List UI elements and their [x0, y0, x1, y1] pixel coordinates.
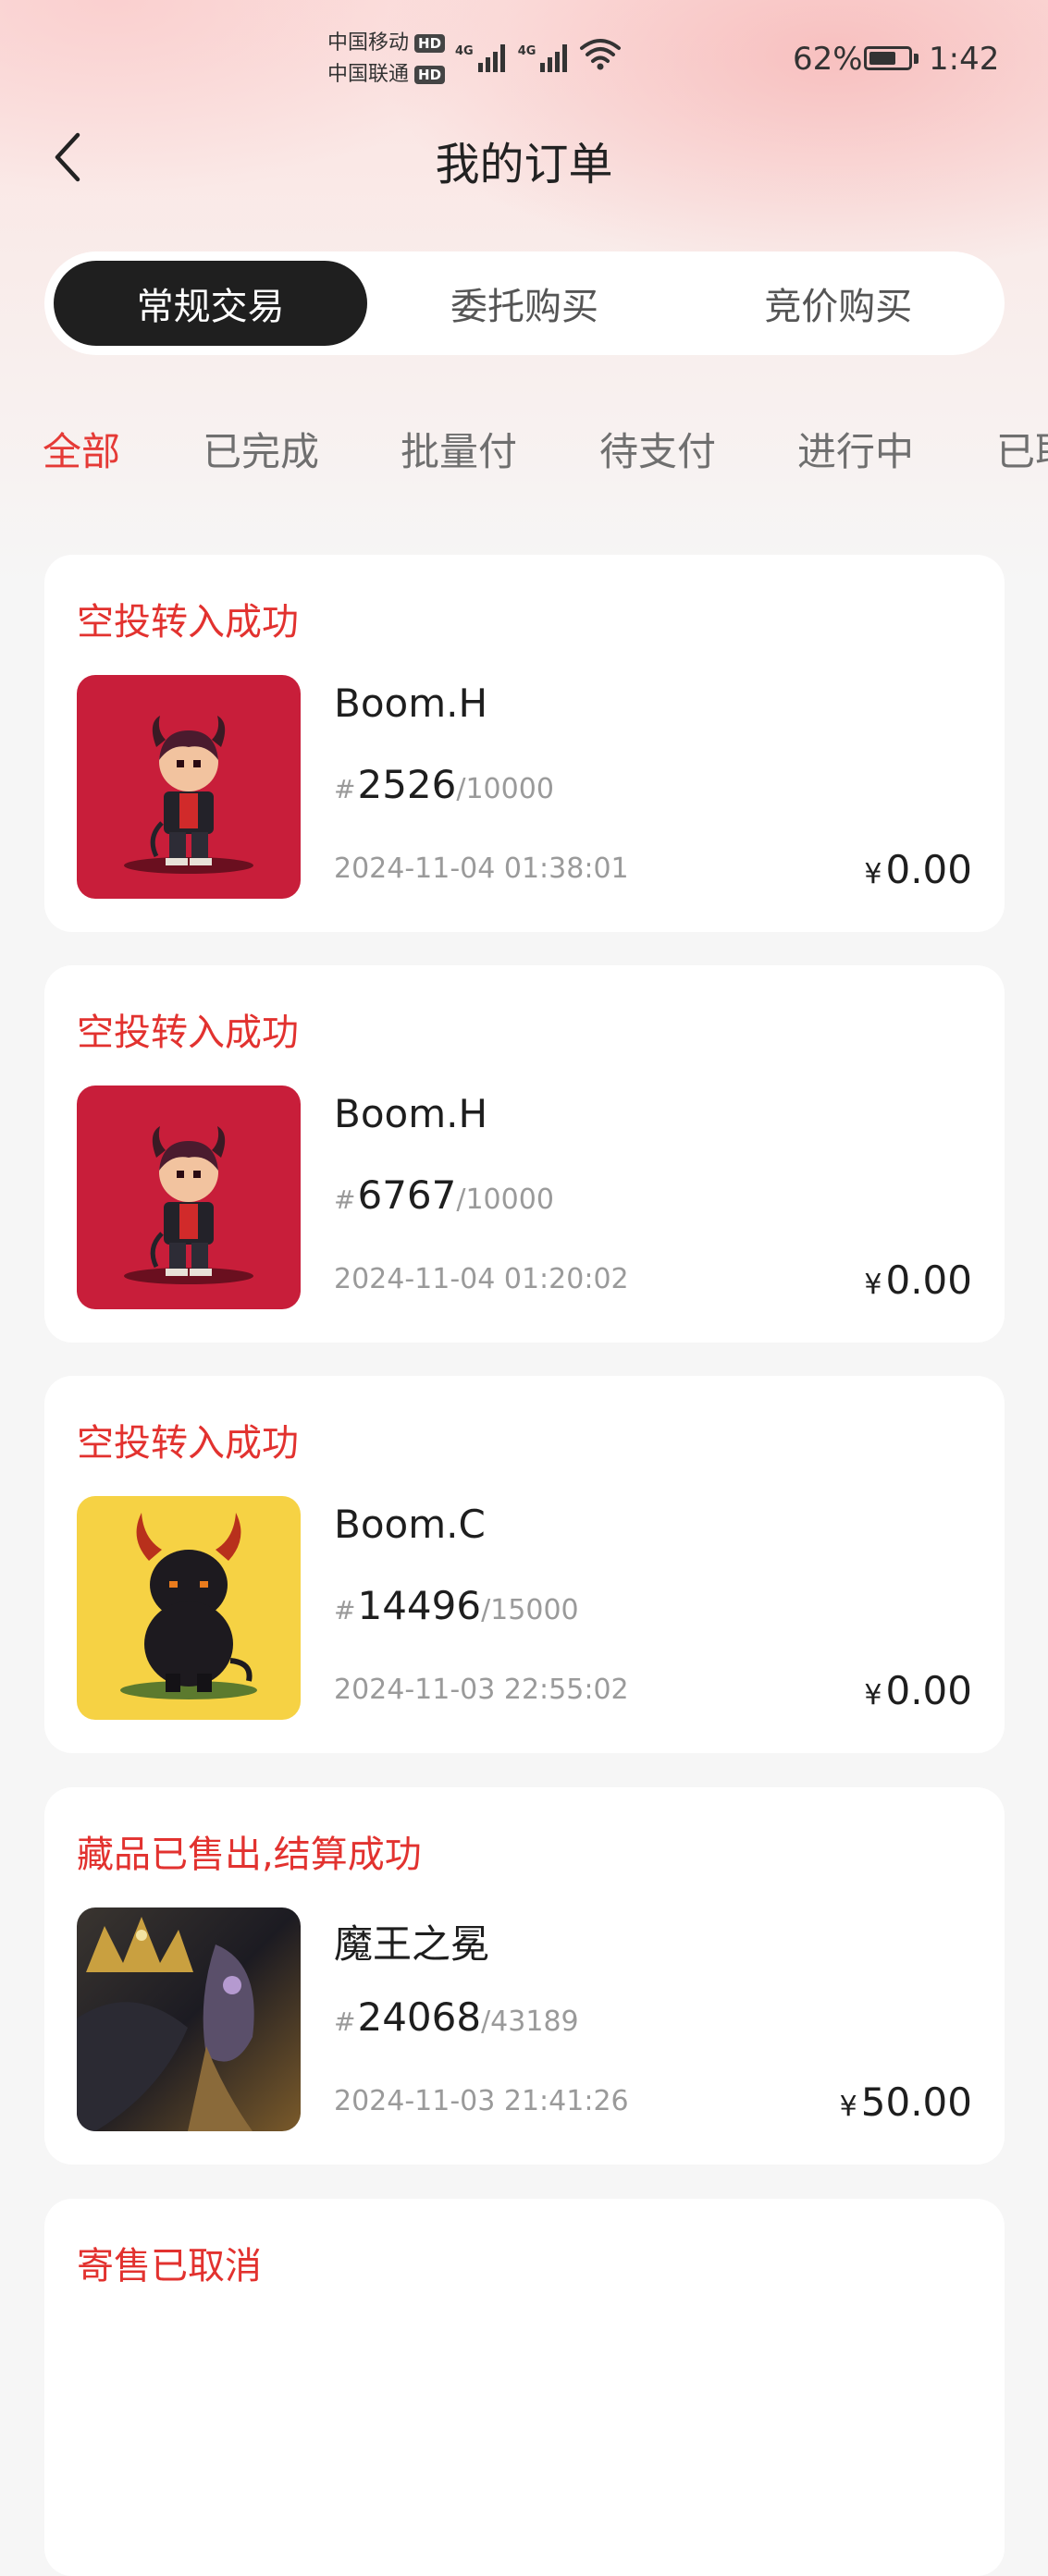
- filter-tab-batch-pay[interactable]: 批量付: [401, 421, 517, 477]
- serial-total: /43189: [481, 2006, 579, 2038]
- filter-tab-completed[interactable]: 已完成: [203, 421, 319, 477]
- status-bar: 中国移动 HD 中国联通 HD 4G 4G 62% 1:42: [0, 0, 1048, 120]
- battery-percentage: 62%: [793, 41, 863, 78]
- nft-thumbnail: [77, 1086, 301, 1309]
- carrier-info: 中国移动 HD 中国联通 HD: [327, 28, 446, 91]
- battery-icon: [864, 46, 912, 70]
- order-status: 空投转入成功: [77, 601, 299, 644]
- serial-number: 2526: [357, 762, 457, 807]
- order-card[interactable]: 空投转入成功 Boom.C # 14496 /15000 2024-11-03 …: [44, 1376, 1005, 1753]
- nft-name: Boom.C: [334, 1502, 486, 1547]
- currency-symbol: ¥: [839, 2091, 857, 2123]
- battery-nub: [914, 54, 919, 64]
- order-price: ¥ 0.00: [864, 847, 972, 892]
- filter-tab-all[interactable]: 全部: [43, 421, 120, 477]
- order-price: ¥ 0.00: [864, 1257, 972, 1303]
- signal-indicators: 4G 4G: [455, 35, 622, 72]
- nft-serial: # 2526 /10000: [334, 762, 554, 807]
- order-card[interactable]: 藏品已售出,结算成功 魔王之冕 # 24068 /43189 2024-11-0…: [44, 1787, 1005, 2165]
- order-time: 2024-11-03 21:41:26: [334, 2085, 629, 2117]
- nft-thumbnail: [77, 1496, 301, 1720]
- nft-name: 魔王之冕: [334, 1921, 490, 1967]
- nft-name: Boom.H: [334, 1091, 488, 1136]
- hd-badge: HD: [414, 66, 446, 84]
- order-time: 2024-11-03 22:55:02: [334, 1674, 629, 1706]
- order-status: 藏品已售出,结算成功: [77, 1834, 422, 1876]
- order-price: ¥ 0.00: [864, 1668, 972, 1713]
- wifi-icon: [580, 39, 622, 70]
- trade-type-segmented-control: 常规交易 委托购买 竞价购买: [44, 251, 1005, 355]
- filter-tab-pending-payment[interactable]: 待支付: [599, 421, 716, 477]
- order-card[interactable]: 空投转入成功 Boom.H # 2526 /10000 2024-11-04 0…: [44, 555, 1005, 932]
- order-time: 2024-11-04 01:38:01: [334, 853, 629, 885]
- order-card[interactable]: 寄售已取消: [44, 2199, 1005, 2576]
- signal-strength-icon: 4G: [455, 44, 505, 72]
- filter-tab-in-progress[interactable]: 进行中: [797, 421, 914, 477]
- serial-total: /10000: [456, 773, 554, 805]
- nft-serial: # 14496 /15000: [334, 1583, 579, 1628]
- segment-bid-purchase[interactable]: 竞价购买: [682, 261, 995, 346]
- nft-thumbnail: [77, 1907, 301, 2131]
- serial-total: /10000: [456, 1184, 554, 1216]
- filter-tab-cancelled[interactable]: 已取: [996, 421, 1048, 477]
- price-value: 0.00: [885, 1257, 972, 1303]
- order-time: 2024-11-04 01:20:02: [334, 1263, 629, 1295]
- status-clock: 1:42: [929, 41, 1000, 78]
- serial-number: 14496: [357, 1583, 482, 1628]
- segment-entrusted-purchase[interactable]: 委托购买: [367, 261, 681, 346]
- nft-serial: # 24068 /43189: [334, 1994, 579, 2040]
- order-filter-tabs: 全部 已完成 批量付 待支付 进行中 已取: [0, 421, 1048, 485]
- price-value: 0.00: [885, 1668, 972, 1713]
- nft-serial: # 6767 /10000: [334, 1172, 554, 1218]
- order-price: ¥ 50.00: [840, 2079, 972, 2125]
- hd-badge: HD: [414, 34, 446, 53]
- price-value: 50.00: [860, 2079, 972, 2125]
- nft-thumbnail: [77, 675, 301, 899]
- serial-number: 24068: [357, 1994, 482, 2040]
- carrier-2-label: 中国联通: [327, 63, 410, 86]
- page-title: 我的订单: [435, 139, 613, 190]
- currency-symbol: ¥: [864, 858, 882, 890]
- carrier-1-label: 中国移动: [327, 31, 410, 55]
- currency-symbol: ¥: [864, 1679, 882, 1711]
- order-status: 空投转入成功: [77, 1422, 299, 1465]
- signal-strength-icon: 4G: [518, 44, 568, 72]
- order-status: 寄售已取消: [77, 2245, 262, 2288]
- order-card[interactable]: 空投转入成功 Boom.H # 6767 /10000 2024-11-04 0…: [44, 965, 1005, 1343]
- price-value: 0.00: [885, 847, 972, 892]
- nft-name: Boom.H: [334, 681, 488, 726]
- serial-total: /15000: [481, 1594, 579, 1626]
- order-status: 空投转入成功: [77, 1012, 299, 1054]
- serial-number: 6767: [357, 1172, 457, 1218]
- currency-symbol: ¥: [864, 1269, 882, 1301]
- segment-regular-trade[interactable]: 常规交易: [54, 261, 368, 346]
